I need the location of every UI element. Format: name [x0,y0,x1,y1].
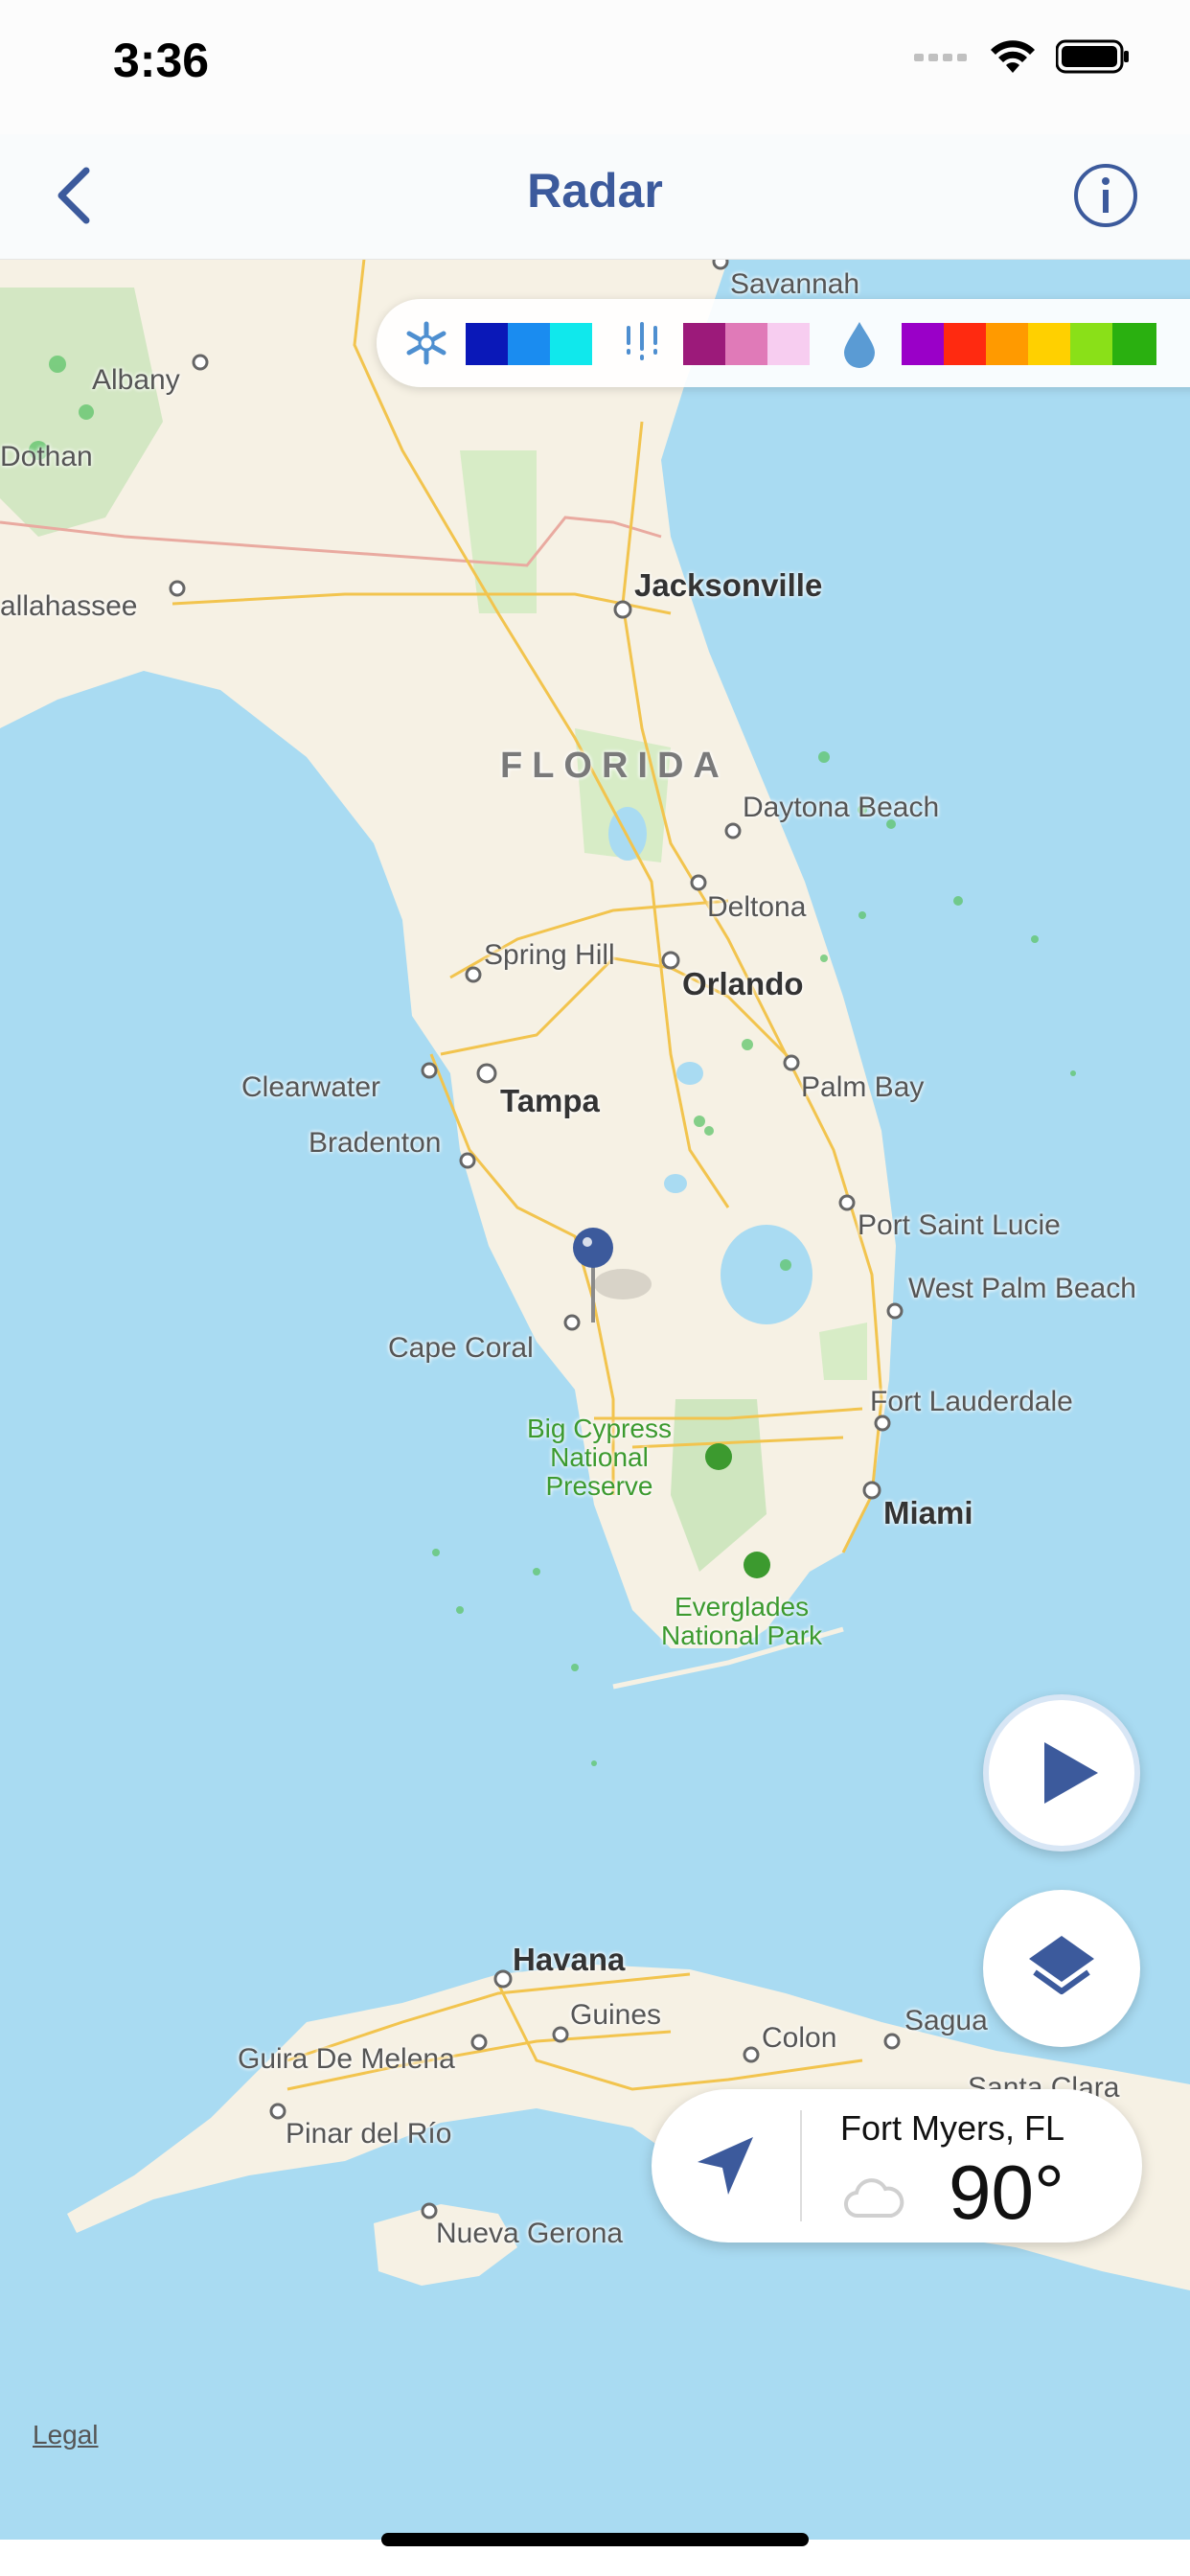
location-pin-icon [573,1228,613,1268]
label-palm-bay: Palm Bay [801,1071,925,1103]
label-guines: Guines [570,1999,662,2031]
raindrop-icon [844,322,875,368]
label-sagua: Sagua [904,2005,988,2036]
location-name: Fort Myers, FL [840,2108,1065,2148]
label-tampa: Tampa [500,1083,600,1118]
home-indicator[interactable] [381,2533,809,2546]
play-icon [1044,1742,1098,1804]
label-havana: Havana [513,1942,626,1977]
status-icons [914,38,1131,75]
legend-rain-3 [986,323,1028,365]
status-bar: 3:36 [0,0,1190,134]
wifi-icon [991,40,1035,73]
battery-icon [1056,39,1129,74]
legend-rain-1 [902,323,944,365]
sleet-icon [627,322,657,360]
label-guira: Guira De Melena [238,2043,455,2075]
location-arrow-icon[interactable] [692,2133,759,2200]
legend-snow-heavy [550,323,592,365]
current-temperature: 90° [949,2150,1064,2235]
label-deltona: Deltona [707,891,807,923]
legend-rain-5 [1070,323,1112,365]
layers-button[interactable] [983,1890,1140,2047]
label-miami: Miami [883,1495,973,1530]
info-button[interactable] [1067,157,1144,234]
label-big-cypress: Big Cypress National Preserve [527,1414,672,1501]
label-orlando: Orlando [682,966,804,1001]
status-time: 3:36 [113,34,210,87]
legend-snow-light [466,323,508,365]
label-colon: Colon [762,2022,837,2054]
navigation-bar: Radar [0,134,1190,260]
label-albany: Albany [92,364,180,396]
label-tallahassee: allahassee [0,590,138,622]
label-port-st-lucie: Port Saint Lucie [858,1209,1061,1241]
snowflake-icon [406,321,446,365]
label-daytona: Daytona Beach [743,792,940,823]
legend-mix-heavy [767,323,810,365]
label-cape-coral: Cape Coral [388,1332,534,1364]
label-clearwater: Clearwater [241,1071,381,1103]
layers-icon [1029,1936,1094,1994]
legal-link[interactable]: Legal [33,2420,99,2450]
cellular-signal-icon [914,54,967,61]
label-everglades: Everglades National Park [661,1592,823,1650]
info-icon [1074,164,1137,227]
label-west-palm: West Palm Beach [908,1273,1136,1304]
radar-legend [377,299,1190,387]
label-florida: FLORIDA [500,746,729,786]
label-dothan: Dothan [0,441,93,472]
label-pinar: Pinar del Río [286,2118,452,2150]
label-savannah: Savannah [730,268,860,300]
legend-snow-medium [508,323,550,365]
label-jacksonville: Jacksonville [634,567,823,603]
legend-mix-light [683,323,725,365]
location-weather-card[interactable]: Fort Myers, FL 90° [652,2089,1142,2242]
card-divider [800,2110,802,2221]
legend-rain-4 [1028,323,1070,365]
label-spring-hill: Spring Hill [484,939,615,971]
legend-rain-6 [1112,323,1156,365]
play-button[interactable] [983,1694,1140,1852]
label-bradenton: Bradenton [309,1127,442,1159]
cloud-icon [844,2178,904,2219]
label-nueva-gerona: Nueva Gerona [436,2218,624,2249]
label-fort-lauderdale: Fort Lauderdale [870,1386,1073,1417]
legend-rain-2 [944,323,986,365]
page-title: Radar [527,164,663,218]
legend-mix-medium [725,323,767,365]
